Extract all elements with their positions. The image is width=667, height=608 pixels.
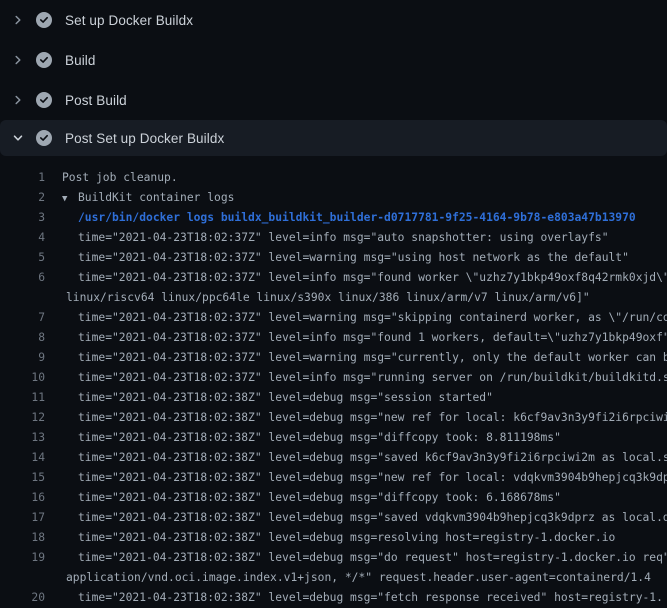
- log-command-text: /usr/bin/docker logs buildx_buildkit_bui…: [78, 208, 636, 228]
- chevron-right-icon[interactable]: [12, 54, 24, 66]
- line-number: [0, 568, 45, 588]
- log-pane: 1 Post job cleanup. 2 ▼BuildKit container l…: [0, 156, 667, 608]
- line-number[interactable]: 7: [0, 308, 45, 328]
- step-label: Set up Docker Buildx: [65, 13, 193, 28]
- line-number[interactable]: 16: [0, 488, 45, 508]
- line-number[interactable]: 17: [0, 508, 45, 528]
- line-number[interactable]: 12: [0, 408, 45, 428]
- log-text: time="2021-04-23T18:02:38Z" level=debug …: [78, 428, 561, 448]
- log-text: linux/riscv64 linux/ppc64le linux/s390x …: [66, 288, 590, 308]
- log-text: time="2021-04-23T18:02:37Z" level=warnin…: [78, 348, 667, 368]
- log-text: time="2021-04-23T18:02:38Z" level=debug …: [78, 528, 615, 548]
- line-number[interactable]: 9: [0, 348, 45, 368]
- line-number[interactable]: 3: [0, 208, 45, 228]
- disclosure-triangle-icon[interactable]: ▼: [62, 189, 78, 208]
- log-text: time="2021-04-23T18:02:38Z" level=debug …: [78, 468, 667, 488]
- line-number[interactable]: 13: [0, 428, 45, 448]
- log-line: 15 time="2021-04-23T18:02:38Z" level=debu…: [0, 468, 667, 488]
- log-line: 10 time="2021-04-23T18:02:37Z" level=info…: [0, 368, 667, 388]
- log-text: time="2021-04-23T18:02:38Z" level=debug …: [78, 548, 667, 568]
- log-text: time="2021-04-23T18:02:37Z" level=info m…: [78, 328, 667, 348]
- log-text: time="2021-04-23T18:02:38Z" level=debug …: [78, 588, 663, 608]
- step-row-post-set-up-docker-buildx[interactable]: Post Set up Docker Buildx: [0, 120, 667, 156]
- log-line: 19 time="2021-04-23T18:02:38Z" level=debu…: [0, 548, 667, 568]
- line-number[interactable]: 6: [0, 268, 45, 288]
- log-line: 1 Post job cleanup.: [0, 168, 667, 188]
- line-number: [0, 288, 45, 308]
- log-text: time="2021-04-23T18:02:38Z" level=debug …: [78, 508, 667, 528]
- log-line: 7 time="2021-04-23T18:02:37Z" level=warni…: [0, 308, 667, 328]
- log-line: 13 time="2021-04-23T18:02:38Z" level=debu…: [0, 428, 667, 448]
- log-text: time="2021-04-23T18:02:37Z" level=info m…: [78, 368, 667, 388]
- log-text: time="2021-04-23T18:02:37Z" level=warnin…: [78, 248, 629, 268]
- log-group-title: BuildKit container logs: [78, 191, 234, 204]
- line-number[interactable]: 1: [0, 168, 45, 188]
- log-line: 6 time="2021-04-23T18:02:37Z" level=info …: [0, 268, 667, 288]
- chevron-right-icon[interactable]: [12, 14, 24, 26]
- check-circle-icon: [36, 12, 52, 28]
- actions-log-viewer: Set up Docker Buildx Build Post Build Post …: [0, 0, 667, 608]
- step-label: Build: [65, 53, 96, 68]
- log-line: 9 time="2021-04-23T18:02:37Z" level=warni…: [0, 348, 667, 368]
- log-line: 2 ▼BuildKit container logs: [0, 188, 667, 208]
- log-text: time="2021-04-23T18:02:38Z" level=debug …: [78, 448, 667, 468]
- log-line: 17 time="2021-04-23T18:02:38Z" level=debu…: [0, 508, 667, 528]
- log-line: 11 time="2021-04-23T18:02:38Z" level=debu…: [0, 388, 667, 408]
- step-label: Post Set up Docker Buildx: [65, 131, 224, 146]
- check-circle-icon: [36, 92, 52, 108]
- line-number[interactable]: 14: [0, 448, 45, 468]
- log-line: 14 time="2021-04-23T18:02:38Z" level=debu…: [0, 448, 667, 468]
- log-line: linux/riscv64 linux/ppc64le linux/s390x …: [0, 288, 667, 308]
- log-text: time="2021-04-23T18:02:37Z" level=info m…: [78, 228, 609, 248]
- step-row-set-up-docker-buildx[interactable]: Set up Docker Buildx: [0, 0, 667, 40]
- log-text: application/vnd.oci.image.index.v1+json,…: [66, 568, 651, 588]
- log-text: time="2021-04-23T18:02:38Z" level=debug …: [78, 488, 561, 508]
- line-number[interactable]: 19: [0, 548, 45, 568]
- log-text: time="2021-04-23T18:02:37Z" level=warnin…: [78, 308, 667, 328]
- line-number[interactable]: 4: [0, 228, 45, 248]
- chevron-right-icon[interactable]: [12, 94, 24, 106]
- line-number[interactable]: 2: [0, 188, 45, 208]
- log-text: time="2021-04-23T18:02:38Z" level=debug …: [78, 388, 493, 408]
- log-line: 5 time="2021-04-23T18:02:37Z" level=warni…: [0, 248, 667, 268]
- log-text: time="2021-04-23T18:02:38Z" level=debug …: [78, 408, 667, 428]
- chevron-down-icon[interactable]: [12, 132, 24, 144]
- log-line: 4 time="2021-04-23T18:02:37Z" level=info …: [0, 228, 667, 248]
- log-text: Post job cleanup.: [62, 168, 178, 188]
- step-row-build[interactable]: Build: [0, 40, 667, 80]
- check-circle-icon: [36, 130, 52, 146]
- log-text: time="2021-04-23T18:02:37Z" level=info m…: [78, 268, 667, 288]
- check-circle-icon: [36, 52, 52, 68]
- line-number[interactable]: 15: [0, 468, 45, 488]
- step-label: Post Build: [65, 93, 127, 108]
- log-line: 20 time="2021-04-23T18:02:38Z" level=debu…: [0, 588, 667, 608]
- line-number[interactable]: 8: [0, 328, 45, 348]
- step-row-post-build[interactable]: Post Build: [0, 80, 667, 120]
- log-line: 12 time="2021-04-23T18:02:38Z" level=debu…: [0, 408, 667, 428]
- log-line: application/vnd.oci.image.index.v1+json,…: [0, 568, 667, 588]
- line-number[interactable]: 20: [0, 588, 45, 608]
- log-group-header[interactable]: ▼BuildKit container logs: [62, 188, 234, 208]
- log-line: 18 time="2021-04-23T18:02:38Z" level=debu…: [0, 528, 667, 548]
- log-line: 8 time="2021-04-23T18:02:37Z" level=info …: [0, 328, 667, 348]
- line-number[interactable]: 10: [0, 368, 45, 388]
- log-line: 3/usr/bin/docker logs buildx_buildkit_bu…: [0, 208, 667, 228]
- log-line: 16 time="2021-04-23T18:02:38Z" level=debu…: [0, 488, 667, 508]
- line-number[interactable]: 11: [0, 388, 45, 408]
- line-number[interactable]: 18: [0, 528, 45, 548]
- line-number[interactable]: 5: [0, 248, 45, 268]
